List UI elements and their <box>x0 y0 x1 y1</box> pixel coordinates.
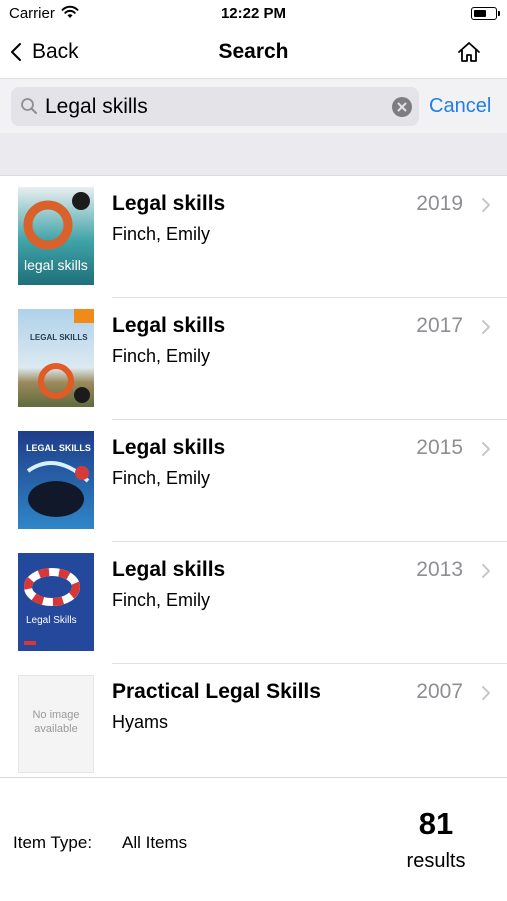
result-title: Practical Legal Skills <box>112 680 321 703</box>
result-row[interactable]: Legal Skills Legal skills Finch, Emily 2… <box>0 542 507 664</box>
chevron-right-icon <box>482 564 490 578</box>
result-year: 2015 <box>416 436 463 459</box>
result-author: Finch, Emily <box>112 590 211 610</box>
book-cover: LEGAL SKILLS <box>18 309 94 407</box>
book-cover: legal skills <box>18 187 94 285</box>
search-bar: Cancel <box>0 78 507 134</box>
chevron-right-icon <box>482 198 490 212</box>
result-row[interactable]: LEGAL SKILLS Legal skills Finch, Emily 2… <box>0 298 507 420</box>
home-icon[interactable] <box>456 41 482 63</box>
cover-title: legal skills <box>24 257 88 273</box>
result-author: Finch, Emily <box>112 346 211 366</box>
page-title: Search <box>218 40 289 63</box>
status-bar: Carrier 12:22 PM <box>0 0 507 28</box>
result-row[interactable]: legal skills Legal skills Finch, Emily 2… <box>0 176 507 298</box>
results-label: results <box>406 850 466 872</box>
results-count: 81 <box>418 806 454 841</box>
result-row[interactable]: LEGAL SKILLS Legal skills Finch, Emily 2… <box>0 420 507 542</box>
result-title: Legal skills <box>112 436 226 459</box>
result-title: Legal skills <box>112 558 226 581</box>
book-cover-placeholder: No image available <box>18 675 94 773</box>
cover-title: LEGAL SKILLS <box>30 333 88 342</box>
navigation-bar: Back Search <box>0 28 507 78</box>
chevron-right-icon <box>482 686 490 700</box>
item-type-label: Item Type: <box>13 833 93 852</box>
result-author: Hyams <box>112 712 169 732</box>
no-image-label: No image available <box>32 709 80 735</box>
results-list: legal skills Legal skills Finch, Emily 2… <box>0 176 507 776</box>
result-year: 2013 <box>416 558 463 581</box>
book-cover: LEGAL SKILLS <box>18 431 94 529</box>
result-year: 2019 <box>416 192 463 215</box>
result-author: Finch, Emily <box>112 224 211 244</box>
search-field[interactable] <box>11 87 419 126</box>
cancel-button[interactable]: Cancel <box>429 95 491 118</box>
search-input[interactable] <box>45 87 385 126</box>
clear-icon <box>397 102 407 112</box>
chevron-right-icon <box>482 442 490 456</box>
result-author: Finch, Emily <box>112 468 211 488</box>
cover-title: LEGAL SKILLS <box>26 443 91 453</box>
bottom-bar: Item Type: All Items 81 results <box>0 777 507 901</box>
result-title: Legal skills <box>112 192 226 215</box>
clear-search-button[interactable] <box>392 97 412 117</box>
result-title: Legal skills <box>112 314 226 337</box>
result-year: 2007 <box>416 680 463 703</box>
chevron-right-icon <box>482 320 490 334</box>
battery-icon <box>471 7 500 20</box>
clock: 12:22 PM <box>220 5 287 22</box>
section-separator <box>0 133 507 176</box>
item-type-selector[interactable]: All Items <box>122 833 187 853</box>
search-icon <box>21 98 37 114</box>
cover-title: Legal Skills <box>26 615 77 626</box>
book-cover: Legal Skills <box>18 553 94 651</box>
result-row[interactable]: No image available Practical Legal Skill… <box>0 664 507 776</box>
result-year: 2017 <box>416 314 463 337</box>
